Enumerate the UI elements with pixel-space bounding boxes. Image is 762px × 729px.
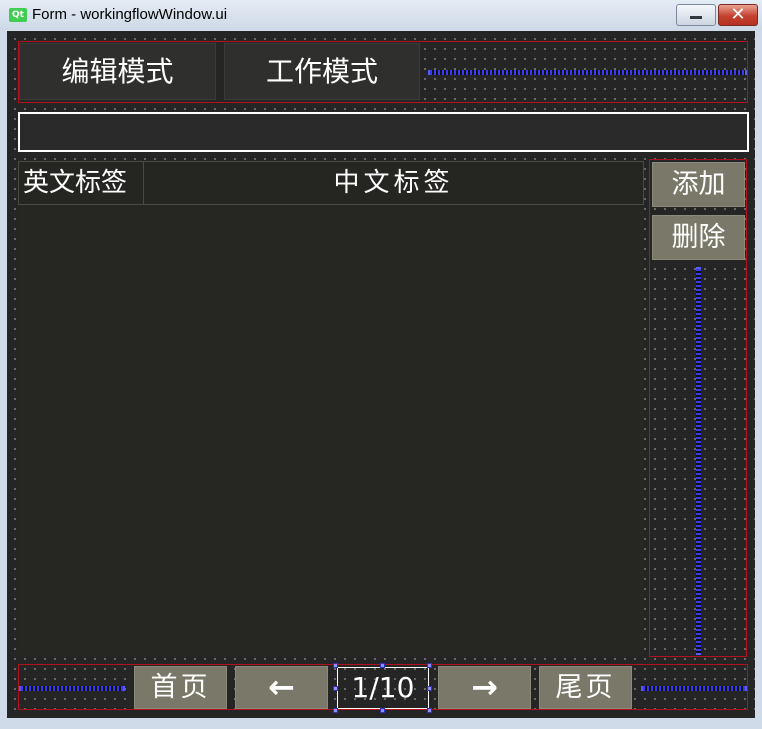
selection-handle[interactable] [427,708,432,713]
top-horizontal-spacer [428,70,747,75]
page-indicator: 1/10 [337,667,429,709]
selection-handle[interactable] [333,708,338,713]
prev-page-button[interactable]: ← [235,666,328,709]
edit-mode-button[interactable]: 编辑模式 [19,43,216,100]
selection-handle[interactable] [427,686,432,691]
pager-left-spacer [19,686,125,691]
close-button[interactable]: ✕ [718,4,758,26]
side-vertical-spacer [696,267,701,655]
qt-app-icon: Qt [9,8,27,22]
selection-handle[interactable] [333,686,338,691]
form-canvas[interactable]: 编辑模式 工作模式 英文标签 中文标签 添加 删除 首页 ← 1/10 → 尾页 [7,31,755,718]
label-table[interactable]: 英文标签 中文标签 [18,161,644,655]
arrow-right-icon: → [471,668,498,706]
minimize-button[interactable] [676,4,716,26]
selection-handle[interactable] [380,663,385,668]
window-title: Form - workingflowWindow.ui [32,6,228,23]
work-mode-button[interactable]: 工作模式 [224,43,420,100]
filter-input[interactable] [18,112,749,152]
first-page-button[interactable]: 首页 [134,666,227,709]
close-icon: ✕ [730,4,746,25]
pager-right-spacer [641,686,747,691]
selection-handle[interactable] [380,708,385,713]
arrow-left-icon: ← [268,668,295,706]
selection-handle[interactable] [427,663,432,668]
column-header-english[interactable]: 英文标签 [18,161,144,205]
column-header-chinese[interactable]: 中文标签 [143,161,644,205]
delete-button[interactable]: 删除 [652,215,745,260]
last-page-button[interactable]: 尾页 [539,666,632,709]
add-button[interactable]: 添加 [652,162,745,207]
next-page-button[interactable]: → [438,666,531,709]
selection-handle[interactable] [333,663,338,668]
window-titlebar[interactable]: Qt Form - workingflowWindow.ui ✕ [0,0,762,30]
